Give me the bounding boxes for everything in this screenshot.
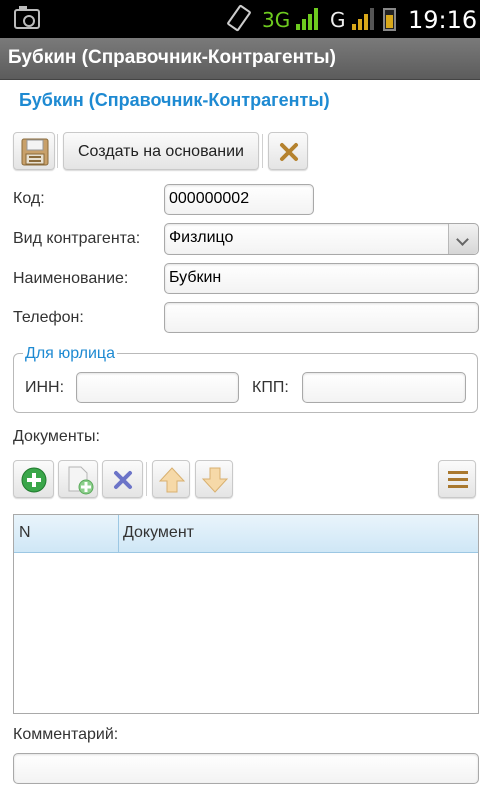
legal-entity-legend: Для юрлица xyxy=(23,345,117,363)
toolbar-separator xyxy=(262,134,264,168)
code-field[interactable]: 000000002 xyxy=(164,184,314,215)
signal-3g-icon xyxy=(296,8,318,30)
table-header: N Документ xyxy=(14,515,478,553)
form-title: Бубкин (Справочник-Контрагенты) xyxy=(19,90,330,110)
toolbar-separator xyxy=(146,462,148,496)
save-button[interactable] xyxy=(13,132,55,170)
network-g-label: G xyxy=(330,8,346,32)
move-up-button[interactable] xyxy=(152,460,190,498)
create-based-on-button[interactable]: Создать на основании xyxy=(63,132,259,170)
chevron-down-icon[interactable] xyxy=(448,224,478,254)
code-value: 000000002 xyxy=(169,190,250,207)
delete-row-button[interactable] xyxy=(102,460,143,498)
status-bar: 3G G 19:16 xyxy=(0,0,480,38)
menu-icon xyxy=(448,471,468,488)
counterparty-type-select[interactable]: Физлицо xyxy=(164,223,479,255)
vibrate-icon xyxy=(226,4,252,32)
counterparty-type-value: Физлицо xyxy=(169,229,234,246)
move-up-icon xyxy=(158,467,186,493)
phone-field[interactable] xyxy=(164,302,479,333)
comment-label: Комментарий: xyxy=(13,726,119,743)
network-3g-label: 3G xyxy=(262,8,291,32)
column-header-n[interactable]: N xyxy=(19,524,31,542)
documents-table[interactable]: N Документ xyxy=(13,514,479,714)
clock: 19:16 xyxy=(408,6,478,34)
name-label: Наименование: xyxy=(13,270,129,287)
floppy-disk-icon xyxy=(21,138,49,166)
window-title-bar: Бубкин (Справочник-Контрагенты) xyxy=(0,38,480,80)
delete-icon xyxy=(114,471,132,489)
window-title: Бубкин (Справочник-Контрагенты) xyxy=(8,47,336,68)
create-based-on-label: Создать на основании xyxy=(78,143,244,160)
battery-icon xyxy=(383,8,396,31)
move-down-icon xyxy=(201,467,229,493)
name-value: Бубкин xyxy=(169,269,222,286)
inn-label: ИНН: xyxy=(25,379,65,396)
column-header-document[interactable]: Документ xyxy=(123,524,194,542)
comment-field[interactable] xyxy=(13,753,479,784)
signal-g-icon xyxy=(352,8,374,30)
code-label: Код: xyxy=(13,190,45,207)
camera-icon xyxy=(14,6,40,29)
toolbar-separator xyxy=(57,134,59,168)
kpp-field[interactable] xyxy=(302,372,466,403)
counterparty-type-label: Вид контрагента: xyxy=(13,230,141,247)
copy-icon xyxy=(68,466,94,495)
copy-row-button[interactable] xyxy=(58,460,98,498)
more-menu-button[interactable] xyxy=(438,460,476,498)
inn-field[interactable] xyxy=(76,372,239,403)
column-divider xyxy=(118,515,119,553)
kpp-label: КПП: xyxy=(252,379,289,396)
move-down-button[interactable] xyxy=(195,460,233,498)
phone-label: Телефон: xyxy=(13,309,84,326)
documents-label: Документы: xyxy=(13,428,100,445)
close-button[interactable] xyxy=(268,132,308,170)
add-row-button[interactable] xyxy=(13,460,54,498)
add-icon xyxy=(21,467,47,493)
name-field[interactable]: Бубкин xyxy=(164,263,479,294)
close-icon xyxy=(280,143,298,161)
